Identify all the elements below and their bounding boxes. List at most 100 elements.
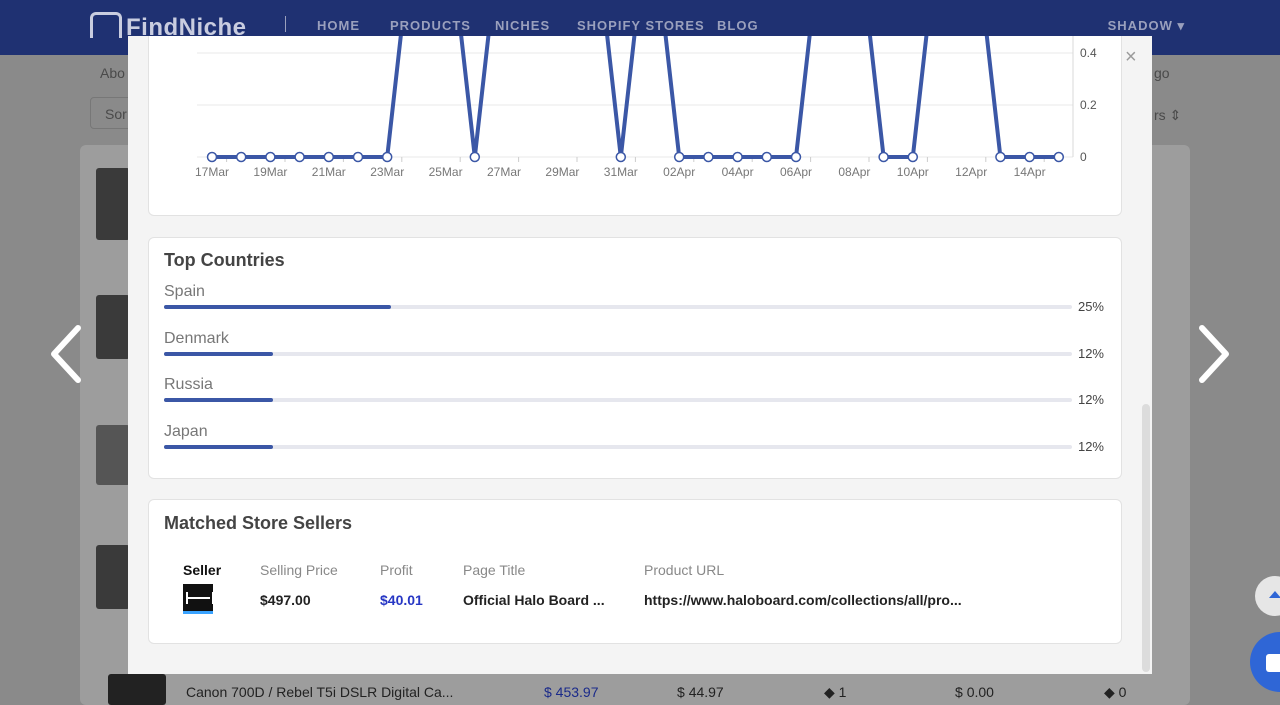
country-progress-track [164,444,1072,449]
data-point [995,151,1006,163]
country-name: Denmark [164,329,229,347]
product-thumbnail[interactable] [108,674,166,705]
product-thumbnail[interactable] [96,545,130,609]
country-row: Spain 25% [164,283,1104,323]
about-text: Abo [100,65,125,81]
product-ad-spend: $ 0.00 [955,684,994,700]
data-point [703,151,714,163]
seller-profit: $40.01 [380,592,423,608]
x-tick-label: 31Mar [604,165,638,179]
x-tick-label: 12Apr [955,165,987,179]
product-title[interactable]: Canon 700D / Rebel T5i DSLR Digital Ca..… [186,684,453,700]
data-point [1053,151,1065,163]
y-tick-label: 0.4 [1080,46,1097,60]
product-thumbnail[interactable] [96,168,130,240]
y-tick-label: 0 [1080,150,1087,164]
data-point [761,151,773,163]
country-progress-track [164,398,1072,402]
chevron-down-icon: ▾ [1177,18,1185,33]
x-tick-label: 27Mar [487,165,521,179]
header-seller: Seller [183,562,222,578]
ad-spend-value: 0.00 [966,684,994,700]
dollar-icon: $ [955,684,963,700]
product-thumbnail[interactable] [96,425,130,485]
x-tick-label: 17Mar [195,165,229,179]
data-point [878,151,889,163]
country-percent: 12% [1077,392,1104,407]
seller-page-title[interactable]: Official Halo Board ... [463,592,605,608]
tag-count-value-2: 0 [1118,684,1127,700]
product-cost: $ 44.97 [677,684,724,700]
country-name: Spain [164,283,205,300]
nav-divider [285,16,286,32]
country-progress-fill [164,305,391,309]
country-progress-fill [164,398,273,402]
country-progress-track [164,351,1072,356]
nav-niches[interactable]: NICHES [495,18,550,33]
nav-home[interactable]: HOME [317,18,360,33]
user-name: SHADOW [1107,18,1173,33]
data-point [790,151,802,163]
data-point [352,151,364,163]
sort-label: Sor [105,106,127,122]
x-tick-label: 19Mar [253,165,287,179]
data-point [732,151,743,163]
x-tick-label: 14Apr [1014,165,1046,179]
filters-label: rs [1154,107,1166,123]
matched-sellers-title: Matched Store Sellers [164,513,353,533]
matched-sellers-card: Matched Store Sellers Seller Selling Pri… [148,499,1122,644]
country-progress-fill [164,444,273,449]
x-tick-label: 08Apr [838,165,870,179]
top-countries-card: Top Countries Spain 25% Denmark 12% Russia 12… [148,237,1122,479]
country-name: Japan [164,422,208,440]
x-tick-label: 25Mar [429,165,463,179]
product-price: $ 453.97 [544,684,599,700]
data-point [381,151,393,163]
seller-product-url[interactable]: https://www.haloboard.com/collections/al… [644,592,962,608]
modal-scrollbar[interactable] [1142,404,1150,672]
data-point [323,151,335,163]
logo-icon [90,12,122,38]
scroll-to-top-button[interactable] [1255,576,1280,616]
nav-shopify-stores[interactable]: SHOPIFY STORES [577,18,705,33]
header-product-url: Product URL [644,562,725,578]
seller-price: $497.00 [260,592,311,608]
data-point [206,151,218,163]
product-thumbnail[interactable] [96,295,130,359]
next-arrow-icon[interactable] [1194,322,1234,386]
trend-line-chart: 0 0.2 0.4 17Mar 19Mar 21Mar 23Mar 25Mar 27Mar 29M… [195,36,1097,179]
country-progress-fill [164,351,273,356]
data-point [469,151,481,163]
close-icon[interactable]: × [1125,46,1137,69]
ago-text: go [1154,65,1170,81]
country-row: Russia 12% [164,376,1104,416]
filters-text[interactable]: rs ⇕ [1154,107,1181,124]
data-point [907,151,919,163]
data-point [673,151,685,163]
seller-logo[interactable] [183,584,214,614]
tag-icon: ◆ [824,684,835,700]
data-point [265,151,276,163]
chat-button[interactable] [1250,632,1280,692]
dollar-icon: $ [677,684,685,700]
country-row: Japan 12% [164,423,1104,463]
cost-value: 44.97 [688,684,724,700]
nav-blog[interactable]: BLOG [717,18,759,33]
product-tag-count-2: ◆ 0 [1104,684,1126,701]
trend-chart-card: 0 0.2 0.4 17Mar 19Mar 21Mar 23Mar 25Mar 27Mar 29M… [148,36,1122,216]
country-percent: 12% [1077,345,1104,361]
x-tick-label: 29Mar [545,165,579,179]
data-point [235,151,247,163]
arrow-up-icon [1269,591,1280,598]
user-menu[interactable]: SHADOW ▾ [1108,18,1185,34]
nav-products[interactable]: PRODUCTS [390,18,471,33]
top-countries-title: Top Countries [164,250,285,270]
x-tick-label: 06Apr [780,165,812,179]
x-tick-label: 23Mar [370,165,404,179]
header-page-title: Page Title [463,562,526,578]
tag-icon: ◆ [1104,684,1115,700]
header-profit: Profit [380,562,413,578]
prev-arrow-icon[interactable] [46,322,86,386]
data-point [615,151,627,163]
x-tick-label: 21Mar [312,165,346,179]
